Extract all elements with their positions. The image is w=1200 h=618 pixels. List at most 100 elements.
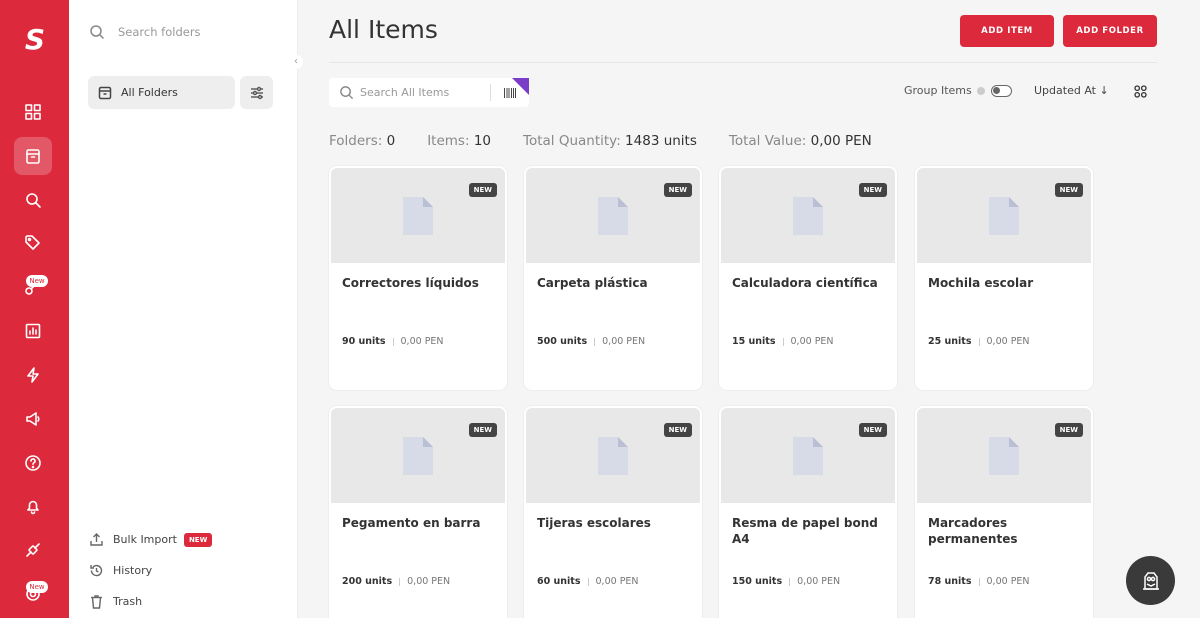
- automation-icon: [27, 367, 39, 383]
- new-badge: NEW: [663, 183, 692, 197]
- item-meta: 25 units 0,00 PEN: [928, 336, 1030, 347]
- trash-link[interactable]: Trash: [89, 594, 142, 609]
- upload-icon: [90, 533, 103, 546]
- item-image-placeholder: NEW: [917, 168, 1091, 263]
- item-image-placeholder: NEW: [526, 408, 700, 503]
- item-card[interactable]: NEW Pegamento en barra 200 units 0,00 PEN: [329, 406, 507, 618]
- document-icon: [598, 196, 628, 235]
- item-name: Resma de papel bond A4: [732, 516, 878, 546]
- search-separator: [490, 84, 491, 101]
- trash-icon: [91, 595, 102, 609]
- sliders-icon: [250, 86, 263, 99]
- item-image-placeholder: NEW: [331, 168, 505, 263]
- help-icon: [25, 455, 41, 471]
- bulk-import-link[interactable]: Bulk Import NEW: [89, 532, 213, 547]
- search-icon: [90, 25, 105, 40]
- bulk-import-label: Bulk Import: [113, 533, 177, 546]
- document-icon: [793, 196, 823, 235]
- new-badge: NEW: [468, 423, 497, 437]
- item-card[interactable]: NEW Correctores líquidos 90 units 0,00 PE…: [329, 166, 507, 390]
- item-search-input[interactable]: [360, 86, 480, 99]
- item-search-box: [329, 78, 529, 107]
- item-card[interactable]: NEW Resma de papel bond A4 150 units 0,00…: [719, 406, 897, 618]
- all-folders-item[interactable]: All Folders: [88, 76, 235, 109]
- nav-automation[interactable]: [14, 356, 52, 394]
- nav-workflows[interactable]: [14, 268, 52, 306]
- nav-dashboard[interactable]: [14, 93, 52, 131]
- new-badge: NEW: [858, 423, 887, 437]
- nav-integrations[interactable]: [14, 531, 52, 569]
- item-name: Carpeta plástica: [537, 276, 648, 290]
- item-meta: 60 units 0,00 PEN: [537, 576, 639, 587]
- bulk-import-new-badge: NEW: [183, 532, 213, 547]
- info-icon[interactable]: [976, 86, 985, 95]
- new-badge: NEW: [1054, 183, 1083, 197]
- item-name: Mochila escolar: [928, 276, 1034, 290]
- app-logo[interactable]: S: [22, 22, 48, 58]
- search-icon: [26, 193, 41, 208]
- summary-stats: Folders: 0 Items: 10 Total Quantity: 148…: [329, 133, 904, 149]
- document-icon: [793, 436, 823, 475]
- group-items-control[interactable]: Group Items: [904, 84, 1012, 97]
- add-folder-button[interactable]: ADD FOLDER: [1063, 15, 1157, 47]
- main-content: All Items ADD ITEM ADD FOLDER Group Item…: [298, 0, 1200, 618]
- item-meta: 78 units 0,00 PEN: [928, 576, 1030, 587]
- items-icon: [26, 149, 40, 164]
- dashboard-icon: [25, 104, 41, 120]
- stat-total-quantity: Total Quantity: 1483 units: [523, 133, 697, 149]
- nav-reports[interactable]: [14, 312, 52, 350]
- add-item-button[interactable]: ADD ITEM: [960, 15, 1054, 47]
- item-name: Marcadores permanentes: [928, 516, 1018, 546]
- item-card[interactable]: NEW Carpeta plástica 500 units 0,00 PEN: [524, 166, 702, 390]
- notifications-icon: [27, 500, 39, 515]
- folders-panel: ‹ All Folders Bulk Import NEW History Tr…: [69, 0, 303, 618]
- owl-support-icon: [1142, 571, 1159, 590]
- item-name: Tijeras escolares: [537, 516, 651, 530]
- item-card[interactable]: NEW Calculadora científica 15 units 0,00 …: [719, 166, 897, 390]
- item-name: Pegamento en barra: [342, 516, 481, 530]
- nav-items[interactable]: [14, 137, 52, 175]
- item-card[interactable]: NEW Tijeras escolares 60 units 0,00 PEN: [524, 406, 702, 618]
- tags-icon: [25, 235, 40, 250]
- grid-view-icon[interactable]: [1134, 85, 1147, 98]
- stat-items: Items: 10: [427, 133, 492, 149]
- new-badge: NEW: [858, 183, 887, 197]
- reports-icon: [25, 323, 41, 339]
- item-card[interactable]: NEW Marcadores permanentes 78 units 0,00 …: [915, 406, 1093, 618]
- item-image-placeholder: NEW: [721, 408, 895, 503]
- folder-box-icon: [98, 86, 112, 99]
- new-badge: NEW: [468, 183, 497, 197]
- nav-tags[interactable]: [14, 224, 52, 262]
- sort-label: Updated At: [1034, 84, 1096, 97]
- item-image-placeholder: NEW: [721, 168, 895, 263]
- history-icon: [90, 564, 103, 577]
- history-link[interactable]: History: [89, 563, 152, 578]
- sort-control[interactable]: Updated At ↓: [1034, 84, 1109, 97]
- nav-notifications[interactable]: [14, 487, 52, 525]
- item-name: Calculadora científica: [732, 276, 878, 290]
- nav-announcements[interactable]: [14, 400, 52, 438]
- document-icon: [989, 436, 1019, 475]
- item-card[interactable]: NEW Mochila escolar 25 units 0,00 PEN: [915, 166, 1093, 390]
- item-meta: 150 units 0,00 PEN: [732, 576, 841, 587]
- folder-search: [89, 22, 279, 42]
- document-icon: [403, 436, 433, 475]
- announcements-icon: [26, 412, 40, 426]
- settings-new-badge: New: [26, 581, 48, 593]
- new-badge: NEW: [1054, 423, 1083, 437]
- item-meta: 15 units 0,00 PEN: [732, 336, 834, 347]
- stat-folders: Folders: 0: [329, 133, 396, 149]
- nav-search[interactable]: [14, 181, 52, 219]
- sort-arrow-icon: ↓: [1099, 84, 1109, 97]
- folder-filter-button[interactable]: [240, 76, 273, 109]
- item-meta: 90 units 0,00 PEN: [342, 336, 444, 347]
- item-image-placeholder: NEW: [526, 168, 700, 263]
- nav-help[interactable]: [14, 444, 52, 482]
- search-icon: [340, 86, 354, 100]
- folder-search-input[interactable]: [118, 25, 268, 39]
- support-chat-button[interactable]: [1126, 556, 1175, 605]
- integrations-icon: [26, 543, 40, 557]
- document-icon: [403, 196, 433, 235]
- document-icon: [598, 436, 628, 475]
- group-items-toggle[interactable]: [990, 84, 1012, 97]
